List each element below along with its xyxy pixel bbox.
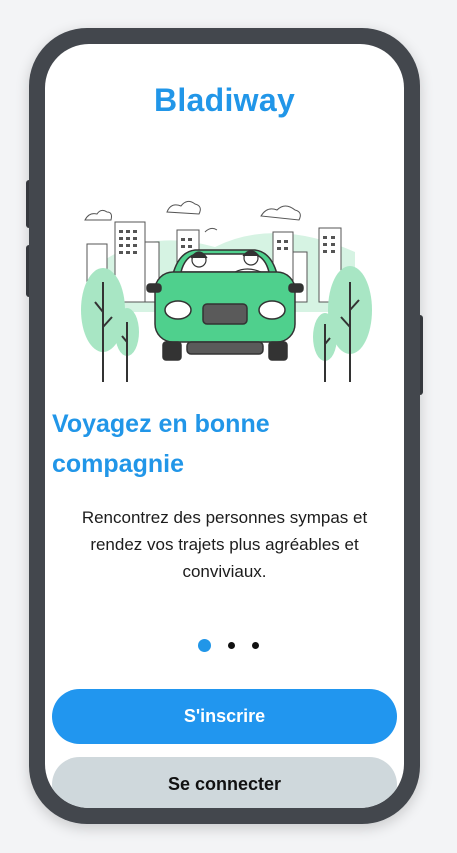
- onboarding-headline: Voyagez en bonne compagnie: [52, 410, 270, 478]
- car-ride-illustration: [81, 200, 372, 382]
- page-dot[interactable]: [252, 641, 259, 649]
- device-stage: Bladiway Voyagez en bonne compagnie Renc…: [0, 0, 457, 853]
- login-button[interactable]: Se connecter: [52, 757, 397, 808]
- onboarding-screen: Bladiway Voyagez en bonne compagnie Renc…: [45, 44, 404, 808]
- app-title: Bladiway: [153, 82, 296, 118]
- signup-button[interactable]: S'inscrire: [52, 689, 397, 744]
- page-dot-active[interactable]: [198, 638, 211, 652]
- phone-frame: Bladiway Voyagez en bonne compagnie Renc…: [29, 28, 420, 824]
- page-dot[interactable]: [228, 641, 235, 649]
- onboarding-description: Rencontrez des personnes sympas et rende…: [81, 508, 368, 581]
- page-indicator: [45, 637, 404, 653]
